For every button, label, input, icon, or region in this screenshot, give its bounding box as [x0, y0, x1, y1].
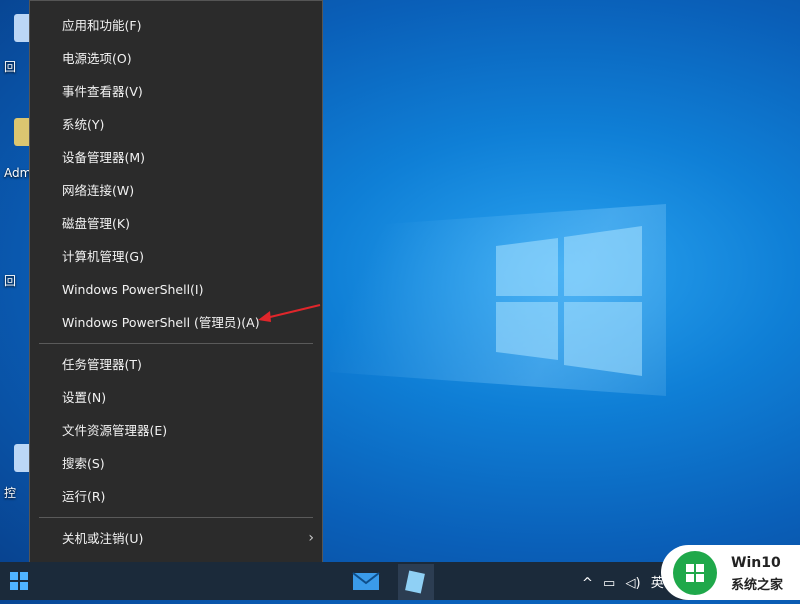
desktop-label-2: Adm: [4, 166, 32, 180]
system-tray: ^ ▭ ◁) 英: [582, 572, 670, 591]
desktop-label-1: 回: [4, 60, 17, 74]
menu-item-power-options[interactable]: 电源选项(O): [30, 42, 322, 75]
desktop-label-3: 回: [4, 274, 17, 288]
menu-item-search[interactable]: 搜索(S): [30, 447, 322, 480]
desktop-label-4: 控: [4, 486, 17, 500]
windows-logo-wallpaper: [496, 226, 642, 376]
menu-item-network-connections[interactable]: 网络连接(W): [30, 174, 322, 207]
tray-overflow-chevron-icon[interactable]: ^: [582, 576, 593, 591]
winx-context-menu: 应用和功能(F) 电源选项(O) 事件查看器(V) 系统(Y) 设备管理器(M)…: [29, 0, 323, 597]
watermark-subtitle: 系统之家: [731, 578, 784, 593]
menu-item-shutdown-signout[interactable]: 关机或注销(U) ›: [30, 522, 322, 555]
menu-item-task-manager[interactable]: 任务管理器(T): [30, 348, 322, 381]
menu-separator: [39, 343, 313, 344]
menu-item-computer-management[interactable]: 计算机管理(G): [30, 240, 322, 273]
menu-item-settings[interactable]: 设置(N): [30, 381, 322, 414]
menu-item-label: 关机或注销(U): [62, 531, 144, 546]
mail-icon[interactable]: [352, 570, 380, 592]
menu-item-system[interactable]: 系统(Y): [30, 108, 322, 141]
menu-item-device-manager[interactable]: 设备管理器(M): [30, 141, 322, 174]
chevron-right-icon: ›: [308, 530, 314, 546]
notepad-app-icon[interactable]: [398, 564, 434, 600]
device-icon[interactable]: ▭: [603, 576, 615, 591]
annotation-arrow: [258, 304, 321, 322]
menu-item-file-explorer[interactable]: 文件资源管理器(E): [30, 414, 322, 447]
menu-item-run[interactable]: 运行(R): [30, 480, 322, 513]
menu-item-event-viewer[interactable]: 事件查看器(V): [30, 75, 322, 108]
menu-item-disk-management[interactable]: 磁盘管理(K): [30, 207, 322, 240]
windows-start-icon[interactable]: [10, 572, 28, 590]
win10-logo-icon: [673, 551, 717, 595]
menu-separator: [39, 517, 313, 518]
win10-watermark: Win10 系统之家: [661, 545, 800, 600]
volume-icon[interactable]: ◁): [625, 576, 640, 591]
menu-item-apps-features[interactable]: 应用和功能(F): [30, 9, 322, 42]
watermark-title: Win10: [731, 555, 781, 571]
